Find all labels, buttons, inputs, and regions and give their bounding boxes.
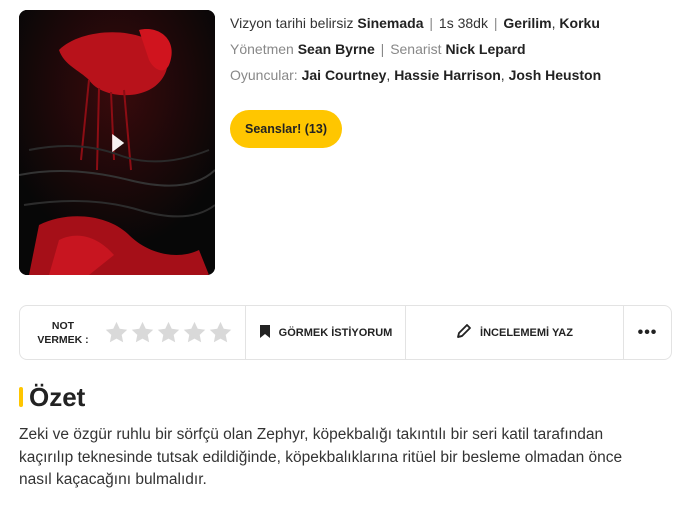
genre-link[interactable]: Korku (559, 15, 599, 31)
director-label: Yönetmen (230, 41, 294, 57)
rating-stars (104, 320, 233, 345)
rating-label: NOT VERMEK : (37, 319, 89, 346)
summary-title: Özet (29, 381, 86, 412)
watchlist-label: GÖRMEK İSTİYORUM (278, 326, 393, 339)
star-icon[interactable] (208, 320, 233, 345)
movie-poster[interactable] (19, 10, 215, 275)
star-icon[interactable] (130, 320, 155, 345)
cast-link[interactable]: Hassie Harrison (394, 67, 501, 83)
writer-link[interactable]: Nick Lepard (445, 41, 525, 57)
action-bar: NOT VERMEK : GÖRMEK İSTİYORUM İNCELEMEMİ… (19, 305, 672, 360)
credits-line: Yönetmen Sean Byrne | Senarist Nick Lepa… (230, 41, 526, 57)
cast-label: Oyuncular: (230, 67, 298, 83)
genre-link[interactable]: Gerilim (503, 15, 551, 31)
more-icon: ••• (637, 323, 658, 341)
director-link[interactable]: Sean Byrne (298, 41, 375, 57)
release-line: Vizyon tarihi belirsiz Sinemada | 1s 38d… (230, 15, 600, 31)
write-review-button[interactable]: İNCELEMEMİ YAZ (406, 306, 624, 359)
cast-link[interactable]: Jai Courtney (302, 67, 387, 83)
cast-link[interactable]: Josh Heuston (509, 67, 602, 83)
cast-line: Oyuncular: Jai Courtney, Hassie Harrison… (230, 67, 602, 83)
heading-accent-bar (19, 387, 23, 407)
write-review-label: İNCELEMEMİ YAZ (480, 326, 573, 339)
writer-label: Senarist (390, 41, 442, 57)
summary-text: Zeki ve özgür ruhlu bir sörfçü olan Zeph… (19, 426, 623, 488)
watchlist-button[interactable]: GÖRMEK İSTİYORUM (246, 306, 406, 359)
duration: 1s 38dk (438, 15, 488, 31)
more-options-button[interactable]: ••• (624, 306, 671, 359)
sessions-button[interactable]: Seanslar! (13) (230, 110, 342, 148)
play-icon[interactable] (112, 133, 125, 152)
summary-heading: Özet (19, 382, 85, 412)
release-label: Vizyon tarihi belirsiz (230, 15, 354, 31)
movie-info: Vizyon tarihi belirsiz Sinemada | 1s 38d… (230, 14, 670, 92)
star-icon[interactable] (156, 320, 181, 345)
star-icon[interactable] (104, 320, 129, 345)
rating-widget: NOT VERMEK : (20, 306, 246, 359)
star-icon[interactable] (182, 320, 207, 345)
pencil-icon (456, 323, 472, 342)
bookmark-icon (259, 324, 271, 342)
release-value[interactable]: Sinemada (357, 15, 423, 31)
